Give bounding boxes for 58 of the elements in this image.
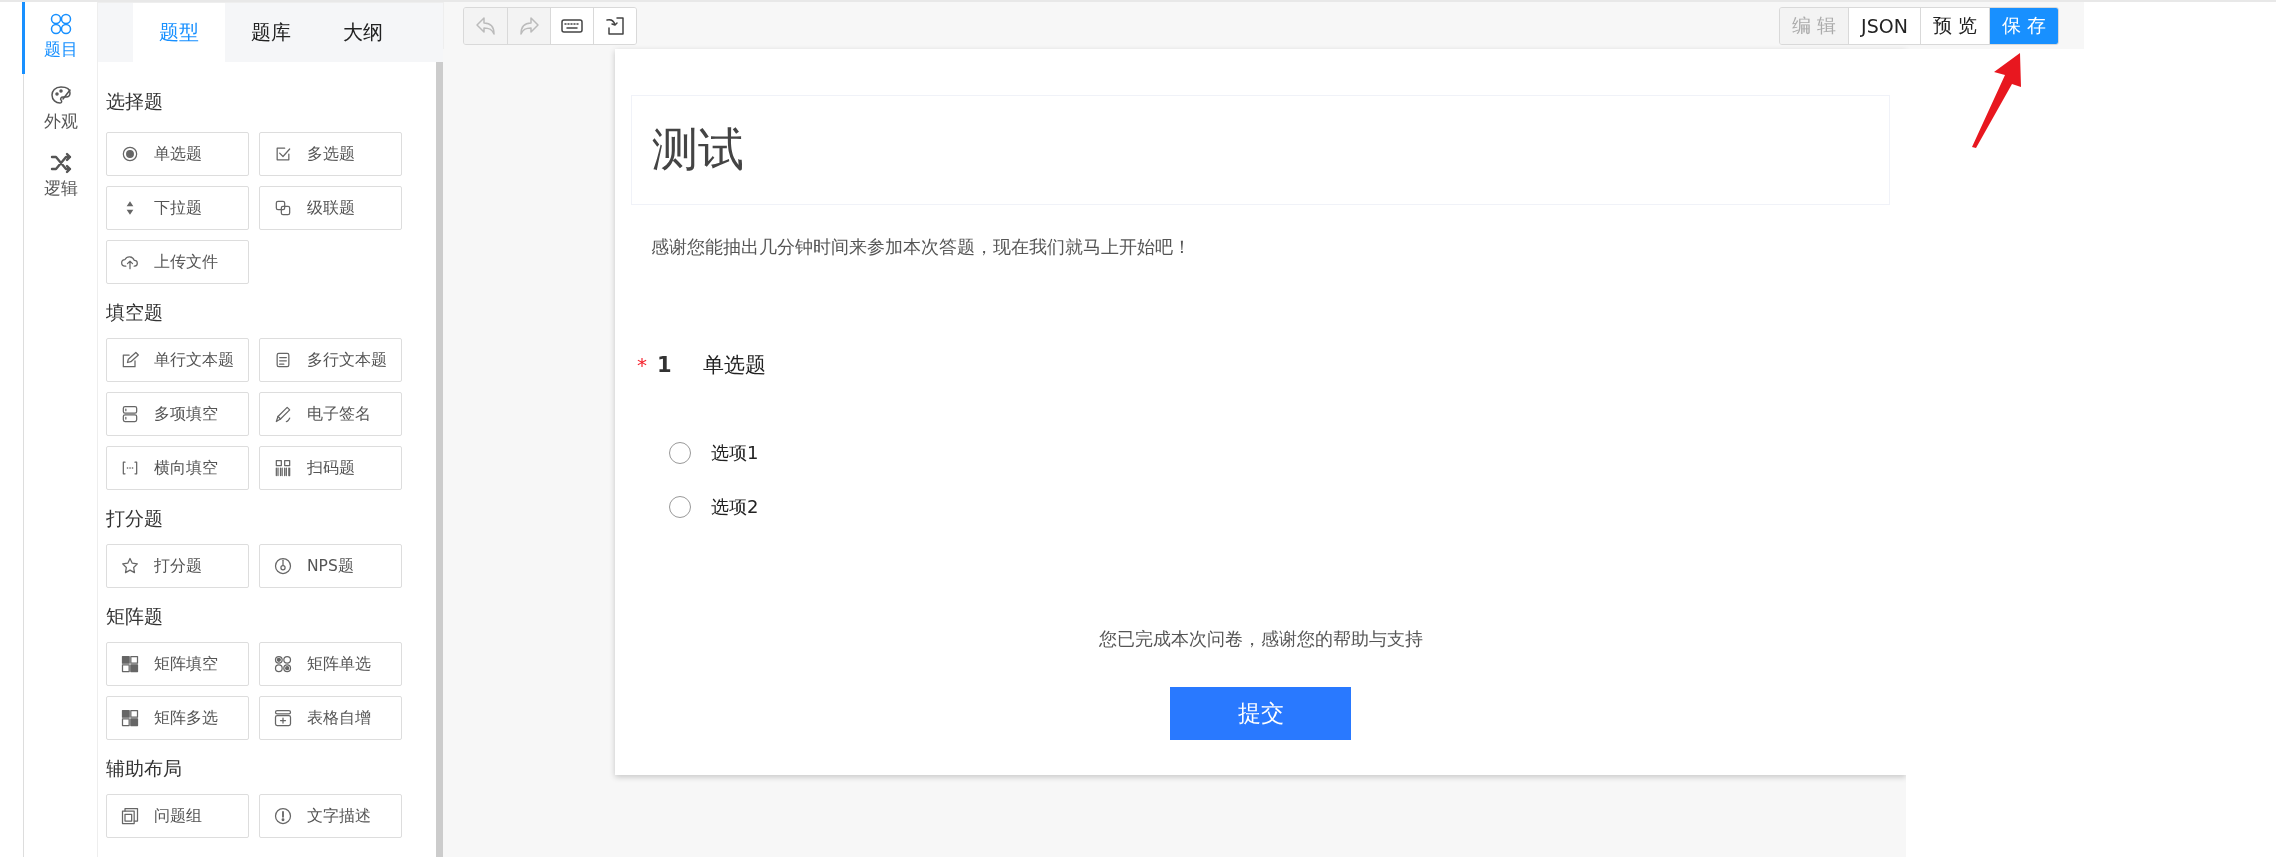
section-title: 选择题 <box>106 89 164 114</box>
question-type-button[interactable]: 上传文件 <box>106 240 249 284</box>
question-type-button[interactable]: 问题组 <box>106 794 249 838</box>
stacked-fields-icon <box>120 404 140 424</box>
pen-icon <box>273 404 293 424</box>
shuffle-icon <box>49 151 73 175</box>
mode-button[interactable]: 预 览 <box>1919 7 1989 44</box>
radio-option[interactable]: 选项2 <box>669 495 1890 519</box>
question-type-button[interactable]: 多项填空 <box>106 392 249 436</box>
question-type-button[interactable]: 横向填空 <box>106 446 249 490</box>
question-type-button[interactable]: 矩阵单选 <box>259 642 402 686</box>
table-add-icon <box>273 708 293 728</box>
four-circles-icon <box>49 12 73 36</box>
rail-tab[interactable]: 逻辑 <box>22 141 97 208</box>
question-type-button[interactable]: 多选题 <box>259 132 402 176</box>
question-type-button[interactable]: 矩阵多选 <box>106 696 249 740</box>
question-number: 1 <box>657 353 673 377</box>
radio-icon <box>120 144 140 164</box>
question-type-button[interactable]: 单选题 <box>106 132 249 176</box>
submit-button[interactable]: 提交 <box>1170 687 1351 740</box>
stacked-frames-icon <box>120 806 140 826</box>
question-type-button[interactable]: 级联题 <box>259 186 402 230</box>
section-title: 辅助布局 <box>106 756 183 781</box>
question-type-button[interactable]: 表格自增 <box>259 696 402 740</box>
survey-title: 测试 <box>652 121 744 178</box>
panel-tab[interactable]: 大纲 <box>317 3 409 62</box>
checkbox-grid-icon <box>120 708 140 728</box>
radio-option[interactable]: 选项1 <box>669 441 1890 465</box>
toolbar-button[interactable] <box>550 7 593 44</box>
completion-message: 您已完成本次问卷，感谢您的帮助与支持 <box>1098 628 1423 649</box>
edit-icon <box>120 350 140 370</box>
question-type-button[interactable]: 下拉题 <box>106 186 249 230</box>
toolbar-button[interactable] <box>593 7 636 44</box>
overlapping-squares-icon <box>273 198 293 218</box>
grid-icon <box>120 654 140 674</box>
qr-code-icon <box>273 458 293 478</box>
scrollbar[interactable] <box>436 62 443 857</box>
section-title: 填空题 <box>106 300 164 325</box>
mode-button[interactable]: JSON <box>1848 7 1920 44</box>
panel-tab[interactable]: 题库 <box>225 3 317 62</box>
dial-icon <box>273 556 293 576</box>
question-type-button[interactable]: NPS题 <box>259 544 402 588</box>
question-title: 单选题 <box>703 352 766 379</box>
section-title: 矩阵题 <box>106 604 164 629</box>
question-type-button[interactable]: 扫码题 <box>259 446 402 490</box>
question-type-button[interactable]: 矩阵填空 <box>106 642 249 686</box>
exclamation-icon <box>273 806 293 826</box>
rail-tab[interactable]: 外观 <box>22 74 97 141</box>
required-asterisk: * <box>637 353 647 377</box>
star-icon <box>120 556 140 576</box>
question-type-button[interactable]: 文字描述 <box>259 794 402 838</box>
question-type-button[interactable]: 电子签名 <box>259 392 402 436</box>
question-type-button[interactable]: 多行文本题 <box>259 338 402 382</box>
radio-grid-icon <box>273 654 293 674</box>
question-type-button[interactable]: 单行文本题 <box>106 338 249 382</box>
section-title: 打分题 <box>106 506 164 531</box>
question-type-button[interactable]: 打分题 <box>106 544 249 588</box>
survey-description: 感谢您能抽出几分钟时间来参加本次答题，现在我们就马上开始吧！ <box>651 236 1191 257</box>
